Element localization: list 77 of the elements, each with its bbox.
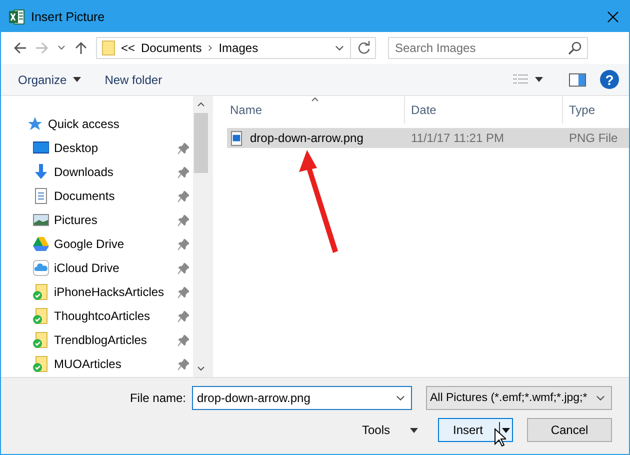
sidebar-item[interactable]: MUOArticles	[33, 352, 193, 376]
chevron-right-icon	[208, 44, 213, 52]
chevron-down-icon[interactable]	[335, 45, 344, 51]
search-field[interactable]: Search Images	[388, 37, 588, 59]
monitor-icon	[33, 140, 49, 156]
scroll-up-icon[interactable]	[197, 102, 205, 107]
refresh-icon[interactable]	[357, 41, 371, 55]
pin-icon[interactable]	[178, 358, 189, 370]
chevron-down-icon[interactable]	[396, 395, 405, 401]
synced-folder-icon	[33, 332, 49, 348]
star-icon	[27, 116, 43, 132]
scroll-down-icon[interactable]	[197, 366, 205, 371]
caret-icon	[502, 428, 510, 432]
image-file-icon	[231, 130, 242, 146]
column-header[interactable]: Type	[563, 96, 629, 124]
image-icon	[33, 212, 49, 228]
organize-button[interactable]: Organize	[13, 70, 86, 90]
pin-icon[interactable]	[178, 238, 189, 250]
caret-icon	[72, 77, 81, 82]
view-options-icon[interactable]	[512, 72, 529, 86]
down-arrow-icon	[33, 164, 49, 180]
back-arrow-icon[interactable]	[13, 41, 27, 55]
pin-icon[interactable]	[178, 262, 189, 274]
pin-icon[interactable]	[178, 190, 189, 202]
synced-folder-icon	[33, 356, 49, 372]
window-title: Insert Picture	[31, 10, 106, 24]
caret-icon[interactable]	[535, 77, 543, 82]
scroll-thumb[interactable]	[194, 113, 208, 173]
cancel-button[interactable]: Cancel	[527, 418, 612, 442]
file-type: PNG File	[568, 131, 619, 145]
file-row[interactable]: drop-down-arrow.png 11/1/17 11:21 PM PNG File	[227, 128, 629, 148]
spreadsheet-app-icon	[9, 8, 25, 24]
file-date: 11/1/17 11:21 PM	[410, 131, 505, 145]
column-header[interactable]: Name	[213, 96, 405, 124]
sidebar-item[interactable]: Documents	[33, 184, 193, 208]
sidebar-item[interactable]: Desktop	[33, 136, 193, 160]
mouse-cursor-icon	[494, 428, 506, 447]
chevron-down-icon[interactable]	[57, 45, 66, 51]
sidebar-item[interactable]: iPhoneHacksArticles	[33, 280, 193, 304]
address-bar[interactable]: << Documents Images	[96, 37, 376, 59]
caret-icon	[410, 428, 418, 432]
file-name: drop-down-arrow.png	[250, 131, 364, 145]
pin-icon[interactable]	[178, 310, 189, 322]
file-name-field[interactable]: drop-down-arrow.png	[192, 386, 412, 410]
cloud-icon	[33, 260, 49, 276]
chevron-down-icon	[596, 395, 605, 401]
pin-icon[interactable]	[178, 214, 189, 226]
preview-pane-icon[interactable]	[569, 72, 586, 86]
search-icon	[568, 41, 582, 55]
new-folder-button[interactable]: New folder	[100, 70, 168, 90]
pin-icon[interactable]	[178, 142, 189, 154]
column-header[interactable]: Date	[405, 96, 563, 124]
synced-folder-icon	[33, 284, 49, 300]
file-type-dropdown[interactable]: All Pictures (*.emf;*.wmf;*.jpg;*	[426, 386, 612, 410]
pin-icon[interactable]	[178, 286, 189, 298]
sort-caret-icon	[311, 97, 319, 102]
up-arrow-icon[interactable]	[74, 41, 88, 55]
sidebar-item[interactable]: TrendblogArticles	[33, 328, 193, 352]
breadcrumb-segment[interactable]: Documents	[141, 41, 202, 55]
pin-icon[interactable]	[178, 166, 189, 178]
tools-button[interactable]: Tools	[356, 422, 424, 438]
breadcrumb-segment[interactable]: Images	[218, 41, 258, 55]
document-icon	[33, 188, 49, 204]
sidebar-item[interactable]: ThoughtcoArticles	[33, 304, 193, 328]
file-name-label: File name:	[130, 391, 186, 405]
folder-icon	[102, 40, 115, 56]
triangle-logo-icon	[33, 236, 49, 252]
close-icon[interactable]	[607, 10, 619, 22]
sidebar-item[interactable]: Pictures	[33, 208, 193, 232]
sidebar-item[interactable]: iCloud Drive	[33, 256, 193, 280]
sidebar-item[interactable]: Google Drive	[33, 232, 193, 256]
pin-icon[interactable]	[178, 334, 189, 346]
help-button[interactable]: ?	[600, 70, 619, 89]
breadcrumb-overflow[interactable]: <<	[121, 41, 136, 55]
synced-folder-icon	[33, 308, 49, 324]
sidebar-item[interactable]: Downloads	[33, 160, 193, 184]
quick-access-item[interactable]: Quick access	[27, 112, 193, 136]
